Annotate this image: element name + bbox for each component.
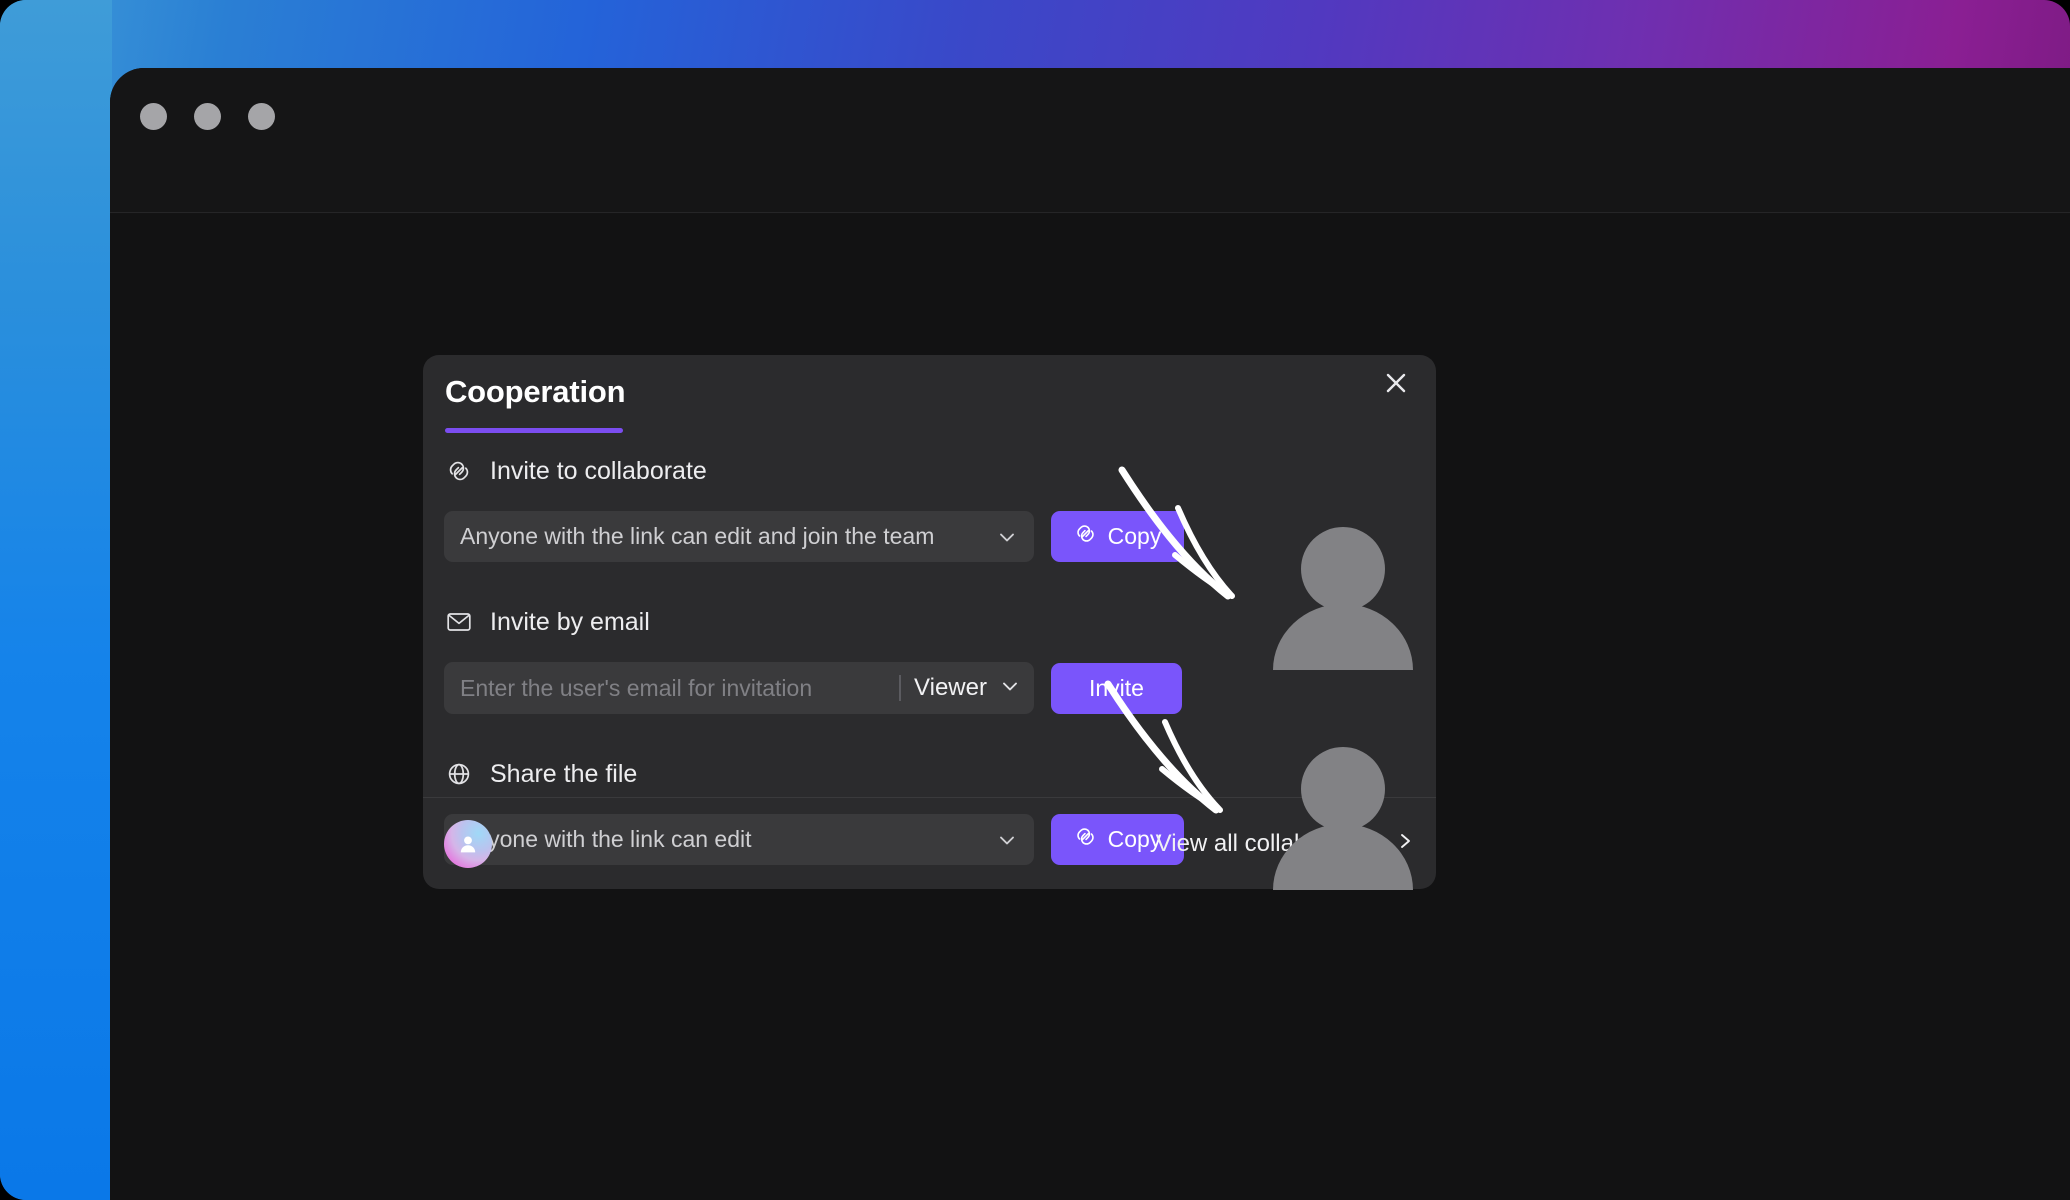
invite-button[interactable]: Invite: [1051, 662, 1182, 714]
user-avatar-icon: [460, 836, 476, 852]
email-input[interactable]: [444, 662, 899, 714]
link-permission-select[interactable]: Anyone with the link can edit and join t…: [444, 511, 1034, 562]
role-select[interactable]: Viewer: [901, 662, 1034, 714]
close-dot[interactable]: [140, 103, 167, 130]
section-header-invite-email: Invite by email: [423, 602, 1436, 642]
invite-button-label: Invite: [1089, 674, 1144, 701]
link-icon: [1074, 522, 1097, 551]
minimize-dot[interactable]: [194, 103, 221, 130]
left-blue-strip: [0, 0, 112, 1200]
section-header-share-file: Share the file: [423, 754, 1436, 794]
invite-email-row: Viewer Invite: [423, 662, 1436, 714]
app-window: Cooperation Invite to collaborate Anyone…: [110, 68, 2070, 1200]
section-invite-by-email: Invite by email Viewer: [423, 602, 1436, 714]
cooperation-dialog: Cooperation Invite to collaborate Anyone…: [423, 355, 1436, 889]
link-icon: [445, 457, 473, 485]
invite-collaborate-row: Anyone with the link can edit and join t…: [423, 511, 1436, 562]
mail-icon: [445, 608, 473, 636]
dialog-header: Cooperation: [423, 355, 1436, 451]
copy-button-label: Copy: [1107, 523, 1162, 549]
chevron-down-icon: [999, 675, 1021, 702]
globe-icon: [445, 760, 473, 788]
maximize-dot[interactable]: [248, 103, 275, 130]
role-value: Viewer: [914, 674, 987, 701]
dialog-footer: View all collaborators: [423, 797, 1436, 889]
section-label-text: Invite to collaborate: [490, 456, 707, 485]
link-permission-value: Anyone with the link can edit and join t…: [460, 523, 935, 549]
section-label-text: Invite by email: [490, 607, 650, 636]
email-field-group: Viewer: [444, 662, 1034, 714]
section-header-invite-collaborate: Invite to collaborate: [423, 451, 1436, 491]
title-underline: [445, 428, 623, 433]
window-titlebar: [110, 68, 2070, 213]
window-controls: [140, 103, 275, 130]
page-title: Cooperation: [445, 374, 626, 409]
copy-link-button[interactable]: Copy: [1051, 511, 1184, 562]
app-content-area: Cooperation Invite to collaborate Anyone…: [110, 214, 2070, 1200]
view-all-collaborators-label: View all collaborators: [1155, 829, 1382, 857]
section-invite-to-collaborate: Invite to collaborate Anyone with the li…: [423, 451, 1436, 562]
close-icon[interactable]: [1378, 365, 1414, 401]
section-label-text: Share the file: [490, 759, 638, 788]
avatar[interactable]: [444, 819, 492, 868]
view-all-collaborators-link[interactable]: View all collaborators: [1156, 830, 1415, 858]
chevron-right-icon: [1395, 830, 1415, 858]
chevron-down-icon: [996, 526, 1018, 548]
